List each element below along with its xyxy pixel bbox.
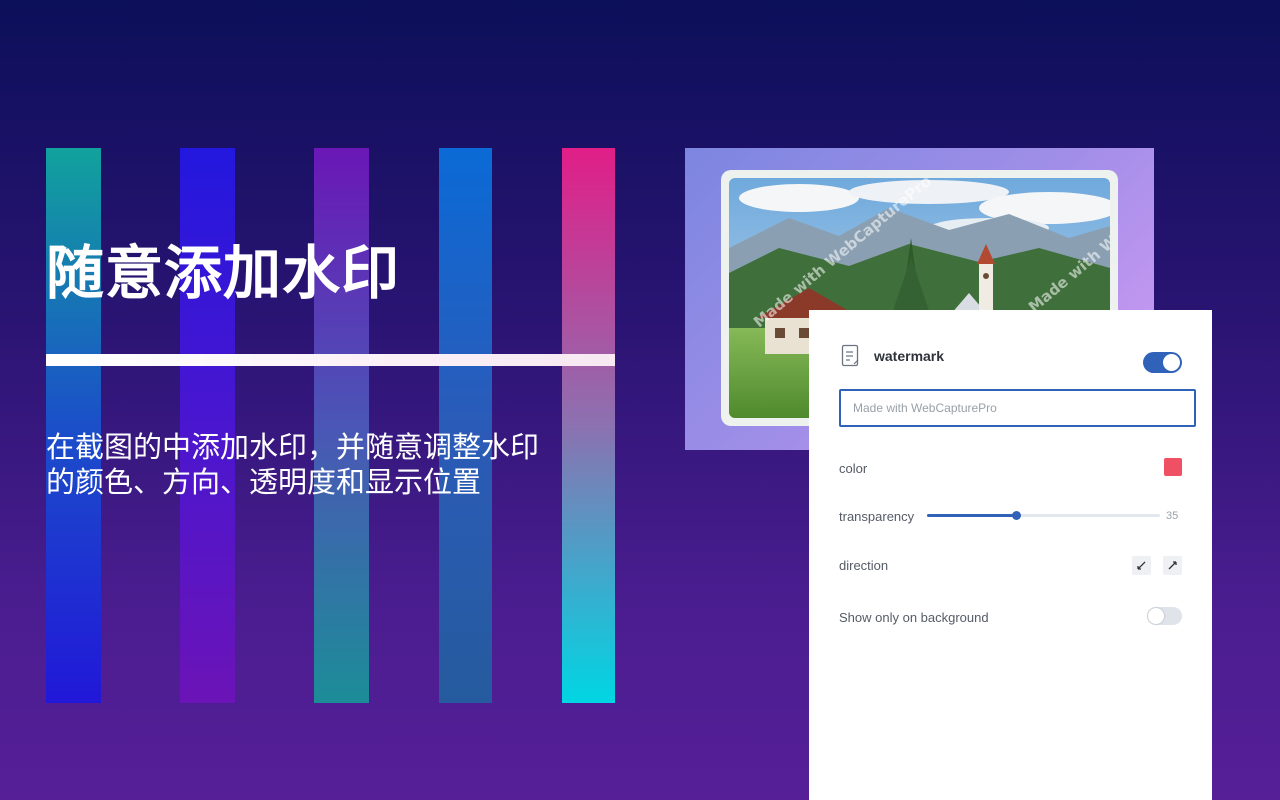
toggle-knob: [1148, 608, 1164, 624]
slider-fill: [927, 514, 1016, 517]
hero-description: 在截图的中添加水印，并随意调整水印 的颜色、方向、透明度和显示位置: [46, 430, 616, 500]
watermark-text-input[interactable]: [839, 389, 1196, 427]
background-only-toggle[interactable]: [1147, 607, 1182, 625]
decorative-bar: [46, 148, 101, 703]
diagonal-up-icon: [1168, 561, 1177, 570]
watermark-settings-panel: watermark color transparency 35 directio…: [809, 310, 1212, 800]
slider-thumb[interactable]: [1011, 511, 1021, 520]
transparency-slider[interactable]: [927, 511, 1160, 520]
direction-label: direction: [839, 558, 889, 573]
watermark-title: watermark: [874, 348, 945, 364]
decorative-bar: [314, 148, 369, 703]
color-label: color: [839, 461, 868, 476]
background-only-label: Show only on background: [839, 610, 989, 625]
hero-description-line-1: 在截图的中添加水印，并随意调整水印: [46, 430, 540, 464]
decorative-bar: [439, 148, 492, 703]
hero-description-line-2: 的颜色、方向、透明度和显示位置: [46, 465, 482, 499]
document-icon: [841, 344, 859, 367]
watermark-enable-toggle[interactable]: [1143, 352, 1182, 373]
transparency-value: 35: [1166, 510, 1179, 522]
transparency-label: transparency: [839, 509, 915, 524]
decorative-bar: [180, 148, 235, 703]
hero-title: 随意添加水印: [46, 239, 401, 307]
color-swatch[interactable]: [1164, 458, 1182, 476]
toggle-knob: [1163, 354, 1180, 371]
direction-diagonal-up-button[interactable]: [1163, 556, 1182, 575]
diagonal-down-icon: [1137, 561, 1146, 570]
hero-divider: [46, 354, 615, 366]
direction-diagonal-down-button[interactable]: [1132, 556, 1151, 575]
decorative-bar: [562, 148, 615, 703]
